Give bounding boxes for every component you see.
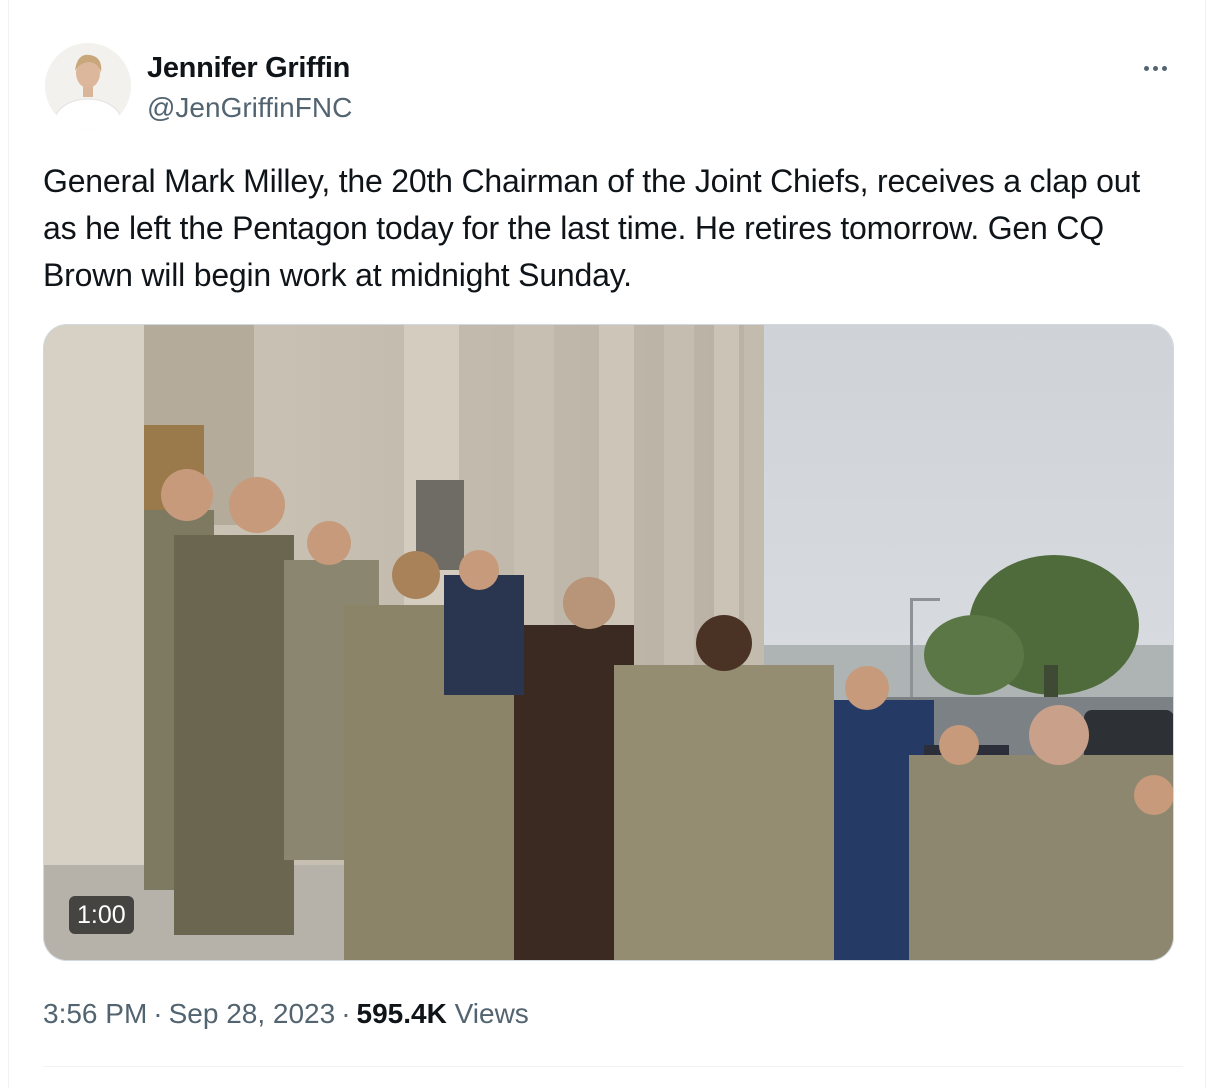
author-handle[interactable]: @JenGriffinFNC <box>147 91 352 125</box>
dot <box>1143 65 1149 71</box>
video-thumbnail <box>44 325 1173 960</box>
video-player[interactable]: 1:00 <box>43 324 1174 961</box>
tweet-time[interactable]: 3:56 PM <box>43 998 147 1029</box>
dot <box>1161 65 1167 71</box>
dot <box>1152 65 1158 71</box>
separator: · <box>341 998 351 1029</box>
views-label: Views <box>454 998 529 1029</box>
tweet-card: Jennifer Griffin @JenGriffinFNC General … <box>8 0 1206 1088</box>
separator: · <box>153 998 163 1029</box>
divider <box>43 1066 1183 1067</box>
avatar-photo <box>45 43 131 129</box>
more-options-icon[interactable] <box>1135 54 1175 82</box>
tweet-metadata: 3:56 PM · Sep 28, 2023 · 595.4K Views <box>43 996 529 1032</box>
tweet-text: General Mark Milley, the 20th Chairman o… <box>43 163 1141 293</box>
views-count: 595.4K <box>356 998 447 1029</box>
author-display-name[interactable]: Jennifer Griffin <box>147 51 350 85</box>
author-avatar[interactable] <box>45 43 131 129</box>
tweet-date[interactable]: Sep 28, 2023 <box>169 998 336 1029</box>
video-duration-badge: 1:00 <box>69 896 134 934</box>
